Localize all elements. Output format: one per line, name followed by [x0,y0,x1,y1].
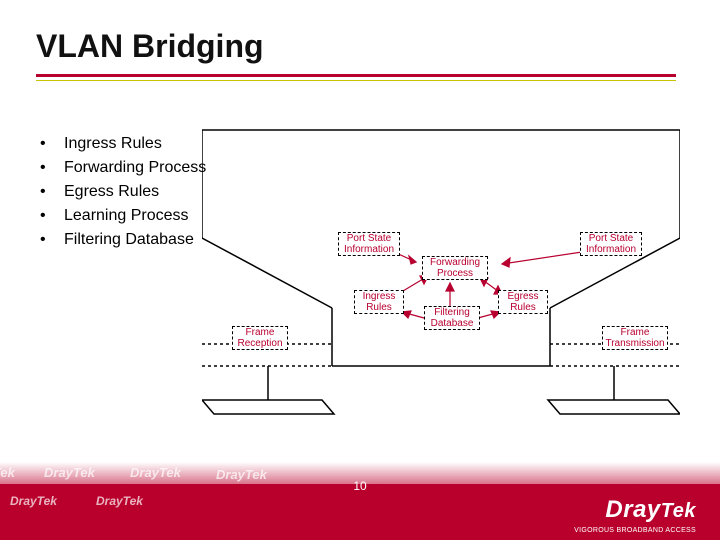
brand-ghost-logo: DrayTek [130,465,181,480]
list-item: •Forwarding Process [40,156,206,180]
list-item: •Ingress Rules [40,132,206,156]
brand-ghost-logo: DrayTek [10,494,57,508]
diagram-box-egress-rules: EgressRules [498,290,548,314]
list-item: •Egress Rules [40,180,206,204]
diagram-box-filtering-database: FilteringDatabase [424,306,480,330]
diagram-box-port-state-left: Port StateInformation [338,232,400,256]
brand-ghost-logo: DrayTek [96,494,143,508]
diagram-box-frame-transmission: FrameTransmission [602,326,668,350]
list-item: •Learning Process [40,204,206,228]
bullet-icon: • [40,228,64,252]
title-underline-accent [36,80,676,81]
diagram-box-ingress-rules: IngressRules [354,290,404,314]
brand-logo: DrayTek [605,498,696,522]
brand-tagline: VIGOROUS BROADBAND ACCESS [574,527,696,534]
brand-logo-part-b: Tek [661,500,696,522]
brand-logo-part-a: Dray [605,496,660,523]
title-underline-primary [36,74,676,77]
page-number: 10 [0,479,720,493]
bullet-icon: • [40,180,64,204]
list-item: •Filtering Database [40,228,206,252]
page-title: VLAN Bridging [36,28,264,65]
bullet-list: •Ingress Rules •Forwarding Process •Egre… [40,132,206,252]
bullet-icon: • [40,132,64,156]
diagram-box-frame-reception: FrameReception [232,326,288,350]
brand-ghost-logo: DrayTek [44,465,95,480]
vlan-bridging-diagram: Port StateInformation Port StateInformat… [202,128,680,428]
bullet-text: Forwarding Process [64,156,206,180]
bullet-text: Learning Process [64,204,189,228]
diagram-box-forwarding-process: ForwardingProcess [422,256,488,280]
brand-ghost-logo: DrayTek [0,465,15,480]
bullet-text: Ingress Rules [64,132,162,156]
slide: VLAN Bridging •Ingress Rules •Forwarding… [0,0,720,540]
diagram-box-port-state-right: Port StateInformation [580,232,642,256]
bullet-icon: • [40,204,64,228]
bullet-text: Filtering Database [64,228,194,252]
bullet-icon: • [40,156,64,180]
bullet-text: Egress Rules [64,180,159,204]
